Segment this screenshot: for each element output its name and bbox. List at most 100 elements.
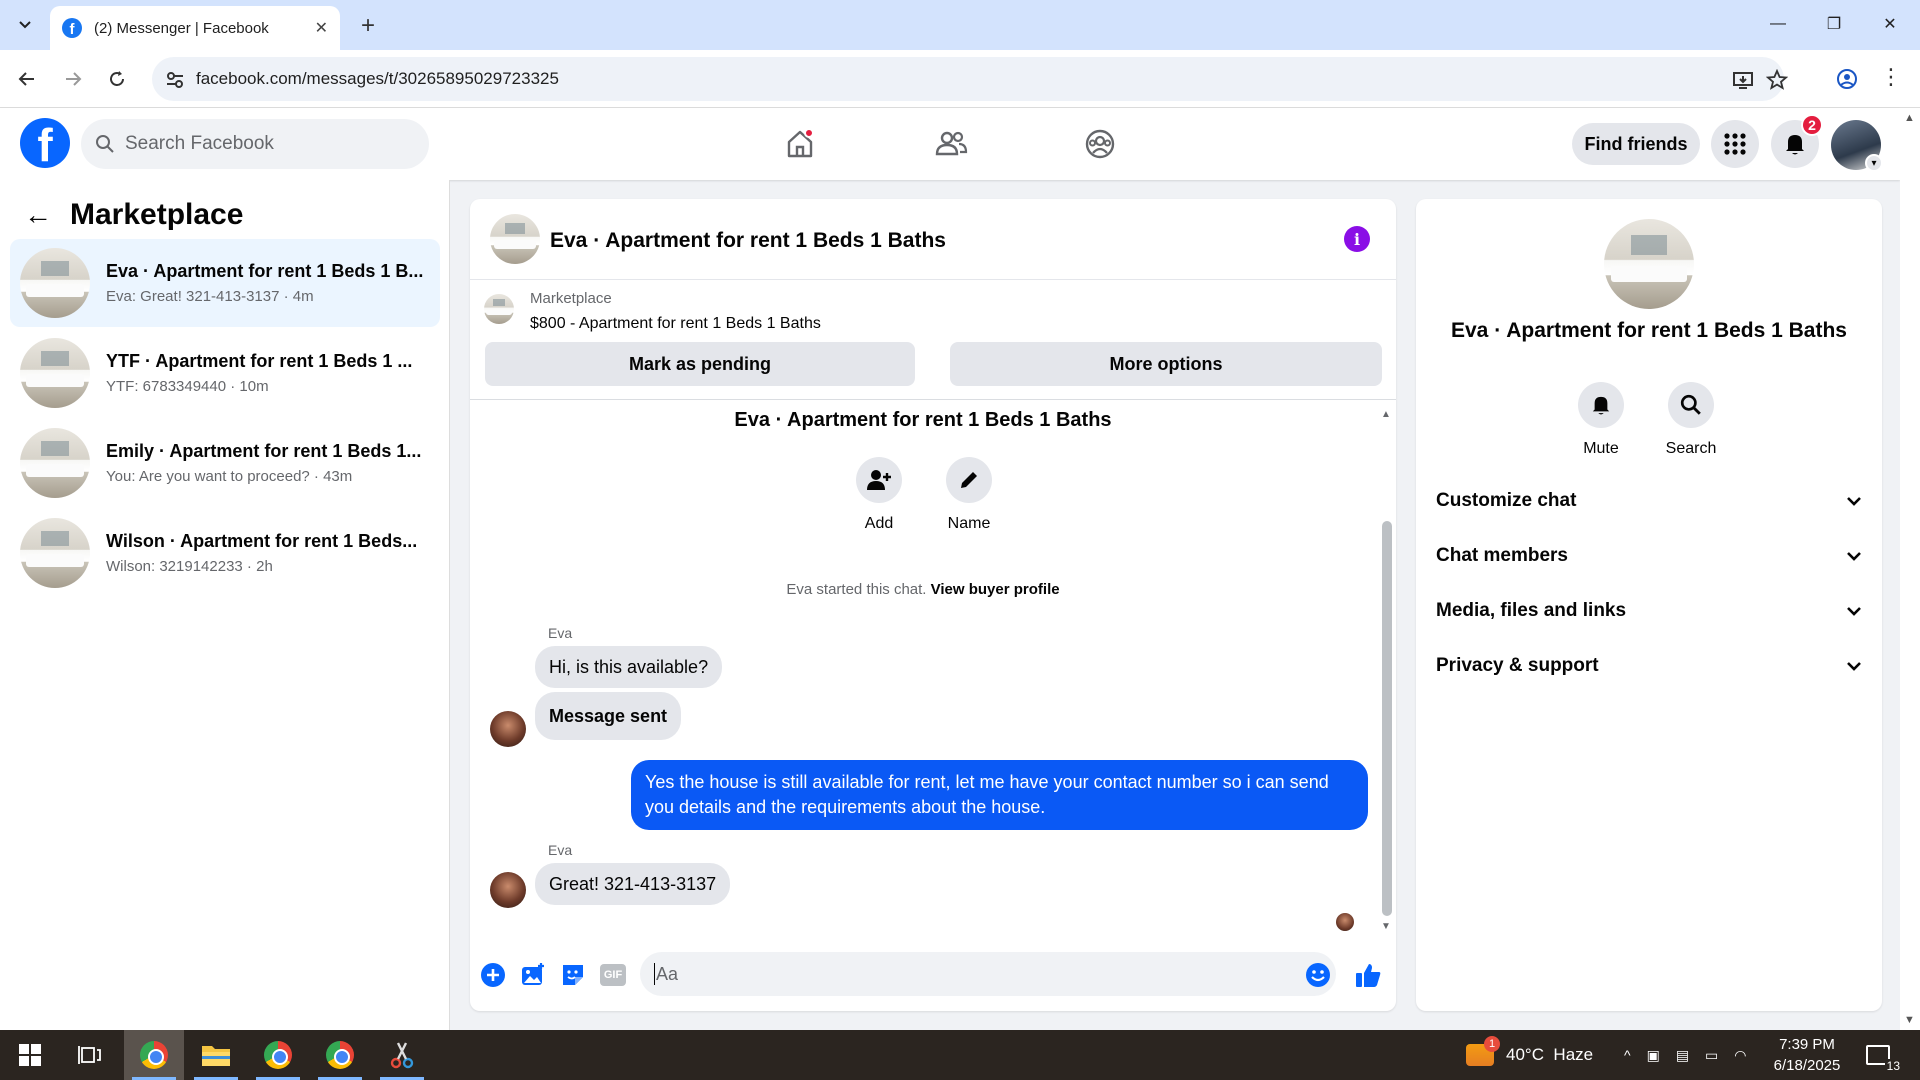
chat-members-section[interactable]: Chat members xyxy=(1436,541,1862,571)
site-info-icon[interactable] xyxy=(164,69,186,91)
security-icon[interactable]: ▣ xyxy=(1647,1047,1676,1064)
gif-button[interactable]: GIF xyxy=(599,961,627,989)
more-options-button[interactable]: More options xyxy=(950,342,1382,386)
eva-avatar[interactable] xyxy=(490,711,526,747)
back-button[interactable] xyxy=(10,62,44,96)
more-actions-button[interactable] xyxy=(479,961,507,989)
message-scrollbar[interactable]: ▲ ▼ xyxy=(1380,409,1392,934)
menu-button[interactable] xyxy=(1711,120,1759,168)
chat-header-name[interactable]: Eva · Apartment for rent 1 Beds 1 Baths xyxy=(550,229,946,253)
mark-as-pending-button[interactable]: Mark as pending xyxy=(485,342,915,386)
weather-widget[interactable]: 1 40°C Haze xyxy=(1466,1030,1593,1080)
emoji-button[interactable] xyxy=(1304,961,1332,989)
taskbar-chrome-active[interactable] xyxy=(124,1030,184,1080)
reload-button[interactable] xyxy=(100,62,134,96)
message-input[interactable]: Aa xyxy=(640,952,1336,996)
scroll-up-icon[interactable]: ▲ xyxy=(1904,112,1915,124)
conversation-item[interactable]: Emily · Apartment for rent 1 Beds 1... Y… xyxy=(10,419,440,507)
taskbar-chrome-profile-2[interactable] xyxy=(248,1030,308,1080)
profile-icon[interactable] xyxy=(1836,68,1858,90)
account-avatar[interactable]: ▾ xyxy=(1831,120,1883,172)
attach-photo-button[interactable] xyxy=(519,961,547,989)
chevron-down-icon: ▾ xyxy=(1865,154,1883,172)
add-people-button[interactable]: Add xyxy=(839,457,919,533)
facebook-logo[interactable]: f xyxy=(20,118,70,168)
chevron-up-icon[interactable]: ^ xyxy=(1624,1047,1647,1063)
scroll-up-icon[interactable]: ▲ xyxy=(1380,409,1392,420)
incoming-message[interactable]: Hi, is this available? xyxy=(535,646,723,688)
mute-button[interactable]: Mute xyxy=(1561,382,1641,458)
browser-tab[interactable]: f (2) Messenger | Facebook ✕ xyxy=(50,6,340,50)
section-label: Privacy & support xyxy=(1436,655,1599,676)
taskbar-file-explorer[interactable] xyxy=(186,1030,246,1080)
browser-menu-icon[interactable]: ⋮ xyxy=(1880,64,1902,90)
install-app-icon[interactable] xyxy=(1732,69,1754,91)
url-field[interactable]: facebook.com/messages/t/3026589502972332… xyxy=(152,57,1788,101)
scrollbar-thumb[interactable] xyxy=(1382,521,1392,916)
tab-close-icon[interactable]: ✕ xyxy=(315,18,328,38)
task-view-button[interactable] xyxy=(60,1030,120,1080)
listing-thumbnail xyxy=(20,428,90,498)
taskbar-snipping-tool[interactable] xyxy=(372,1030,432,1080)
back-arrow-icon[interactable]: ← xyxy=(24,199,52,231)
system-clock[interactable]: 7:39 PM 6/18/2025 xyxy=(1762,1034,1852,1076)
sidebar-header: ← Marketplace xyxy=(24,198,243,232)
wifi-icon[interactable]: ◠ xyxy=(1734,1047,1762,1064)
nav-groups[interactable] xyxy=(1078,124,1122,164)
facebook-search-input[interactable]: Search Facebook xyxy=(81,119,429,169)
like-send-button[interactable] xyxy=(1354,961,1382,989)
notifications-button[interactable]: 2 xyxy=(1771,114,1823,168)
conversation-title: Eva · Apartment for rent 1 Beds 1 Baths xyxy=(734,409,1112,431)
sticker-button[interactable] xyxy=(559,961,587,989)
scroll-down-icon[interactable]: ▼ xyxy=(1380,921,1392,932)
taskbar-chrome-profile-3[interactable] xyxy=(310,1030,370,1080)
eva-avatar[interactable] xyxy=(490,872,526,908)
customize-chat-section[interactable]: Customize chat xyxy=(1436,486,1862,516)
clock-time: 7:39 PM xyxy=(1779,1036,1835,1053)
chat-header: Eva · Apartment for rent 1 Beds 1 Baths … xyxy=(470,199,1396,280)
sidebar-title: Marketplace xyxy=(70,198,244,231)
outgoing-message[interactable]: Yes the house is still available for ren… xyxy=(631,760,1368,831)
find-friends-button[interactable]: Find friends xyxy=(1572,123,1700,165)
scroll-down-icon[interactable]: ▼ xyxy=(1904,1014,1915,1026)
message-placeholder: Aa xyxy=(656,963,679,984)
restore-button[interactable]: ❐ xyxy=(1806,0,1862,48)
chevron-down-icon xyxy=(19,21,31,29)
media-files-links-section[interactable]: Media, files and links xyxy=(1436,596,1862,626)
listing-photo[interactable] xyxy=(1604,219,1694,309)
notification-center-button[interactable]: 13 xyxy=(1866,1030,1902,1080)
nav-home[interactable] xyxy=(778,124,822,164)
system-tray-icons[interactable]: ^ ▣ ▤ ▭ ◠ xyxy=(1624,1030,1763,1080)
tab-search-button[interactable] xyxy=(8,10,42,40)
chat-avatar[interactable] xyxy=(490,214,540,264)
conversation-item[interactable]: YTF · Apartment for rent 1 Beds 1 ... YT… xyxy=(10,329,440,417)
info-icon[interactable]: i xyxy=(1344,226,1370,252)
bookmark-star-icon[interactable] xyxy=(1766,69,1788,91)
conversation-name: YTF · Apartment for rent 1 Beds 1 ... xyxy=(106,351,413,371)
start-button[interactable] xyxy=(0,1030,60,1080)
edit-name-button[interactable]: Name xyxy=(929,457,1009,533)
new-tab-button[interactable]: + xyxy=(352,10,384,42)
nav-friends[interactable] xyxy=(929,124,973,164)
minimize-button[interactable]: — xyxy=(1750,0,1806,48)
forward-button[interactable] xyxy=(56,62,90,96)
privacy-support-section[interactable]: Privacy & support xyxy=(1436,651,1862,681)
grid-menu-icon xyxy=(1724,133,1746,155)
conversation-item[interactable]: Wilson · Apartment for rent 1 Beds... Wi… xyxy=(10,509,440,597)
message-composer: GIF Aa xyxy=(470,949,1396,1011)
close-window-button[interactable]: ✕ xyxy=(1862,0,1918,48)
battery-icon[interactable]: ▭ xyxy=(1705,1047,1734,1064)
conversation-preview: YTF: 6783349440 · 10m xyxy=(106,378,269,395)
scissors-icon xyxy=(390,1042,414,1069)
chevron-down-icon xyxy=(1847,552,1861,561)
facebook-favicon-icon: f xyxy=(62,18,82,38)
conversation-item[interactable]: Eva · Apartment for rent 1 Beds 1 B... E… xyxy=(10,239,440,327)
chrome-icon xyxy=(264,1041,292,1069)
view-buyer-profile-link[interactable]: View buyer profile xyxy=(931,581,1060,598)
search-in-conversation-button[interactable]: Search xyxy=(1651,382,1731,458)
incoming-message[interactable]: Great! 321-413-3137 xyxy=(535,863,731,905)
listing-thumbnail xyxy=(20,338,90,408)
device-icon[interactable]: ▤ xyxy=(1676,1047,1705,1064)
page-scrollbar[interactable]: ▲ ▼ xyxy=(1900,108,1920,1030)
incoming-message[interactable]: Message sent xyxy=(535,692,682,740)
